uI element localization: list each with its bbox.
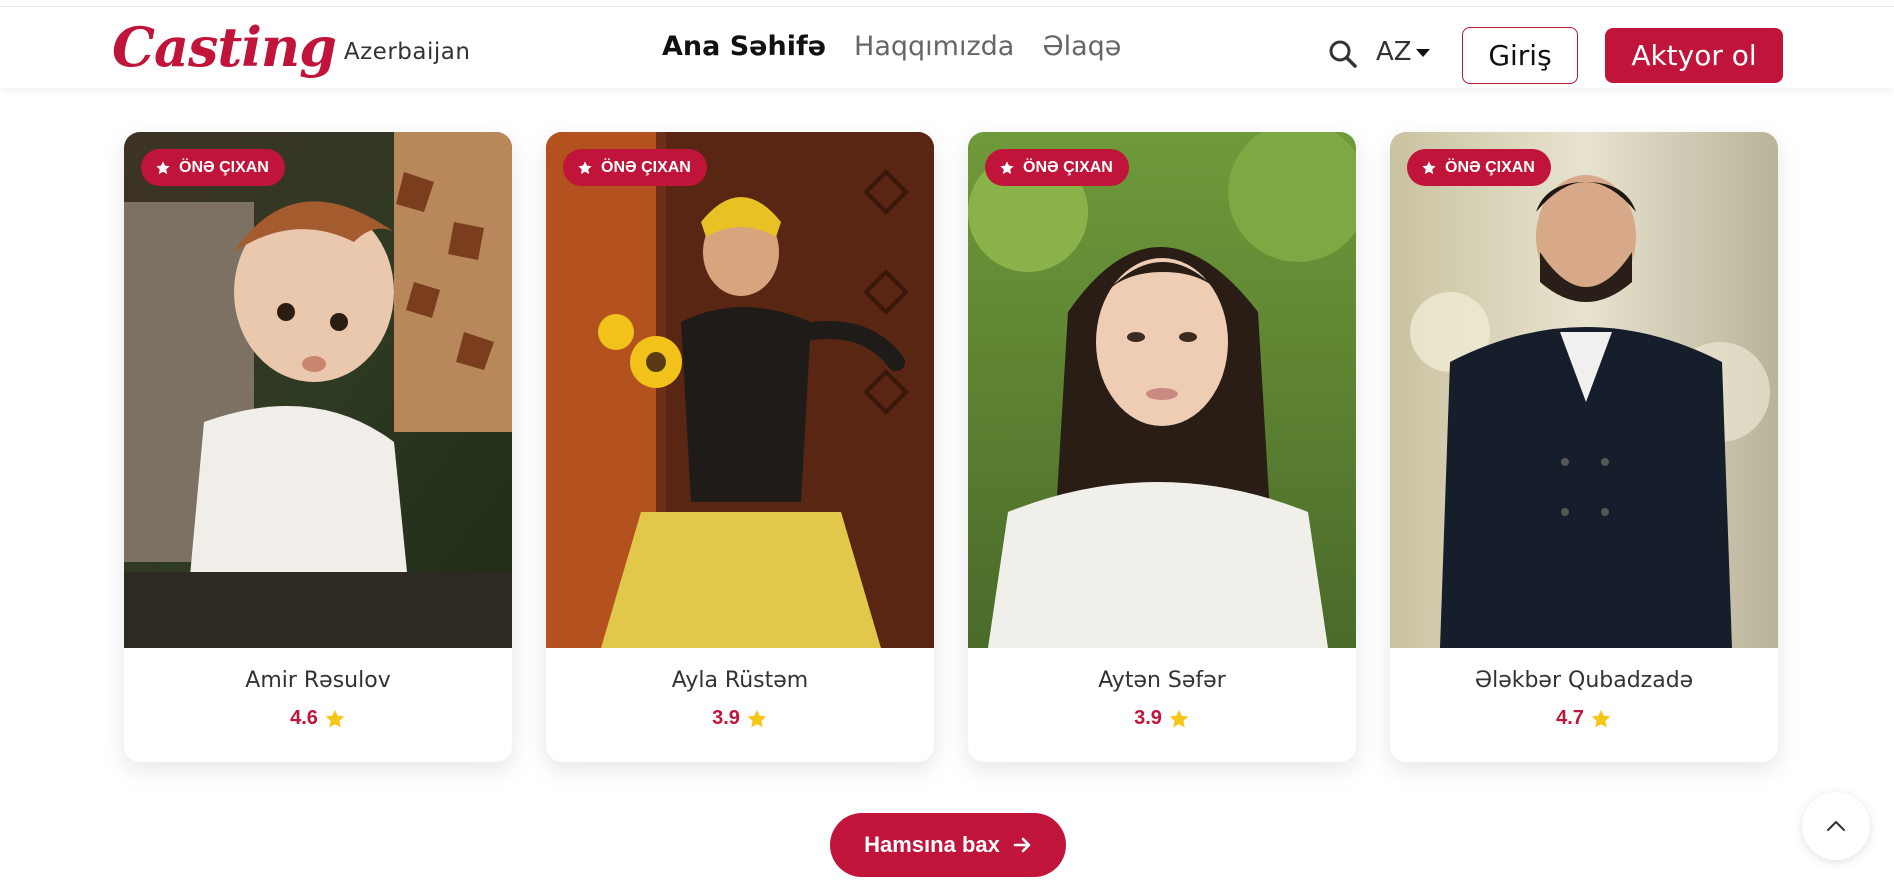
see-all-button[interactable]: Hamsına bax <box>830 813 1066 877</box>
rating-value: 4.6 <box>290 707 318 729</box>
logo-sub-text: Azerbaijan <box>343 39 471 65</box>
actor-name: Amir Rəsulov <box>245 668 391 693</box>
actor-card[interactable]: ÖNƏ ÇIXAN Aytən Səfər 3.9 <box>968 132 1356 762</box>
featured-badge-label: ÖNƏ ÇIXAN <box>601 158 691 176</box>
actor-card[interactable]: ÖNƏ ÇIXAN Ayla Rüstəm 3.9 <box>546 132 934 762</box>
language-label: AZ <box>1376 37 1412 67</box>
featured-badge-label: ÖNƏ ÇIXAN <box>179 158 269 176</box>
actor-name: Ələkbər Qubadzadə <box>1474 668 1694 693</box>
logo-script-text: Casting <box>112 15 337 79</box>
see-all-label: Hamsına bax <box>864 832 1000 857</box>
actor-name: Aytən Səfər <box>1098 668 1226 693</box>
featured-badge: ÖNƏ ÇIXAN <box>985 149 1129 186</box>
nav-item-about[interactable]: Haqqımızda <box>854 31 1014 62</box>
scroll-to-top-button[interactable] <box>1802 792 1870 860</box>
actor-card[interactable]: ÖNƏ ÇIXAN Amir Rəsulov 4.6 <box>124 132 512 762</box>
actor-rating: 4.7 <box>1390 707 1778 730</box>
nav-item-home[interactable]: Ana Səhifə <box>662 31 826 62</box>
actor-card[interactable]: ÖNƏ ÇIXAN Ələkbər Qubadzadə 4.7 <box>1390 132 1778 762</box>
actor-photo: ÖNƏ ÇIXAN <box>546 132 934 648</box>
featured-badge: ÖNƏ ÇIXAN <box>1407 149 1551 186</box>
rating-value: 3.9 <box>1134 707 1162 729</box>
star-icon <box>1000 160 1014 174</box>
actor-photo: ÖNƏ ÇIXAN <box>968 132 1356 648</box>
actor-rating: 4.6 <box>124 707 512 730</box>
nav-item-contact[interactable]: Əlaqə <box>1042 31 1121 62</box>
arrow-right-icon <box>1013 837 1031 853</box>
rating-value: 3.9 <box>712 707 740 729</box>
actor-name: Ayla Rüstəm <box>671 668 809 693</box>
top-divider <box>0 0 1894 7</box>
login-button[interactable]: Giriş <box>1462 27 1578 84</box>
star-icon <box>747 709 767 727</box>
actor-rating: 3.9 <box>968 707 1356 730</box>
rating-value: 4.7 <box>1556 707 1584 729</box>
featured-badge: ÖNƏ ÇIXAN <box>563 149 707 186</box>
featured-badge-label: ÖNƏ ÇIXAN <box>1023 158 1113 176</box>
site-header: Casting Azerbaijan Ana Səhifə Haqqımızda… <box>0 7 1894 88</box>
caret-down-icon <box>1415 49 1430 57</box>
featured-actors: ÖNƏ ÇIXAN Amir Rəsulov 4.6 ÖNƏ ÇIXAN Ayl… <box>124 132 1778 762</box>
star-icon <box>1169 709 1189 727</box>
chevron-up-icon <box>1827 821 1845 831</box>
logo[interactable]: Casting Azerbaijan <box>112 13 470 81</box>
star-icon <box>578 160 592 174</box>
main-nav: Ana Səhifə Haqqımızda Əlaqə <box>662 31 1121 62</box>
search-icon[interactable] <box>1328 39 1358 69</box>
become-actor-button[interactable]: Aktyor ol <box>1605 28 1783 83</box>
star-icon <box>156 160 170 174</box>
featured-badge-label: ÖNƏ ÇIXAN <box>1445 158 1535 176</box>
featured-badge: ÖNƏ ÇIXAN <box>141 149 285 186</box>
star-icon <box>1591 709 1611 727</box>
star-icon <box>1422 160 1436 174</box>
actor-photo: ÖNƏ ÇIXAN <box>124 132 512 648</box>
actor-photo: ÖNƏ ÇIXAN <box>1390 132 1778 648</box>
star-icon <box>325 709 345 727</box>
actor-rating: 3.9 <box>546 707 934 730</box>
language-selector[interactable]: AZ <box>1376 37 1430 67</box>
